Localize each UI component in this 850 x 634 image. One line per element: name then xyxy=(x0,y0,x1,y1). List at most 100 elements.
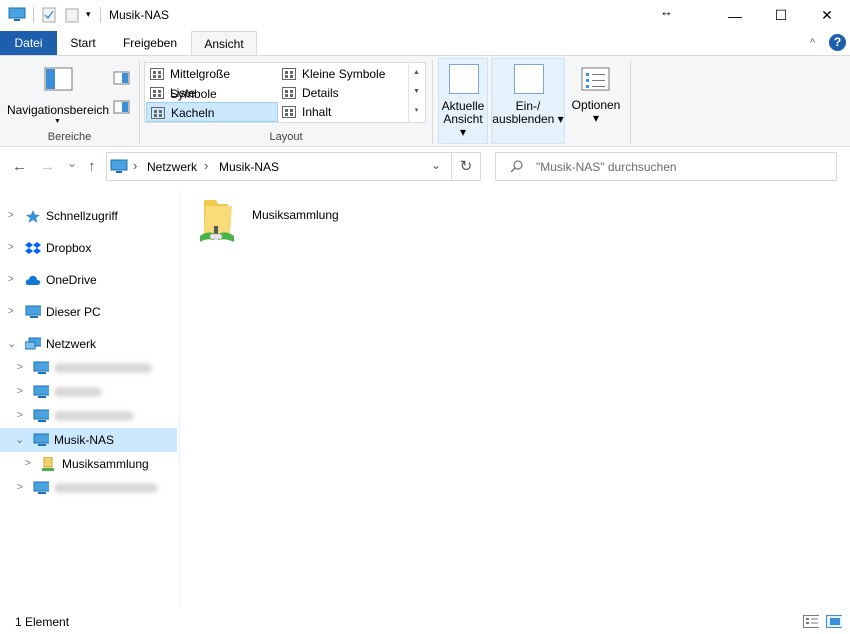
details-view-icon[interactable] xyxy=(803,615,819,628)
address-bar[interactable]: › Netzwerk › Musik-NAS ⌄ xyxy=(106,152,452,181)
redacted-name xyxy=(54,483,158,493)
cloud-icon xyxy=(25,275,41,285)
help-button[interactable]: ? xyxy=(829,34,846,51)
network-icon xyxy=(25,337,41,350)
maximize-button[interactable]: ☐ xyxy=(758,0,804,31)
preview-pane-icon[interactable] xyxy=(113,71,131,85)
status-bar: 1 Element xyxy=(0,610,850,634)
chevron-down-icon[interactable]: ⌄ xyxy=(15,428,24,452)
chevron-right-icon[interactable]: > xyxy=(8,204,14,228)
tree-item-schnellzugriff[interactable]: > Schnellzugriff xyxy=(0,204,177,228)
tree-item-label: Netzwerk xyxy=(46,337,97,351)
layout-gallery-scroll: ▲ ▼ ▾ xyxy=(408,63,424,122)
show-hide-icon xyxy=(514,64,544,94)
recent-locations-button[interactable]: ⌄ xyxy=(67,156,77,170)
group-separator xyxy=(432,60,433,144)
details-pane-icon[interactable] xyxy=(113,100,131,114)
navigation-pane-icon xyxy=(44,67,73,91)
qat-dropdown-icon[interactable]: ▾ xyxy=(86,9,91,20)
current-view-button[interactable]: Aktuelle Ansicht ▾ xyxy=(438,58,488,144)
large-icons-view-icon[interactable] xyxy=(826,615,842,628)
close-button[interactable]: ✕ xyxy=(804,0,850,31)
chevron-right-icon[interactable]: > xyxy=(8,300,14,324)
breadcrumb-netzwerk[interactable]: Netzwerk xyxy=(147,160,197,174)
gallery-more-button[interactable]: ▾ xyxy=(409,101,424,120)
tree-item-network-computer[interactable]: > xyxy=(0,404,177,428)
redacted-name xyxy=(54,363,152,373)
tiles-icon xyxy=(151,107,165,119)
chevron-down-icon[interactable]: ⌄ xyxy=(7,332,16,356)
tree-item-musik-nas[interactable]: ⌄ Musik-NAS xyxy=(0,428,177,452)
layout-gallery: Mittelgroße Symbole Kleine Symbole Liste… xyxy=(144,62,426,123)
tab-ansicht[interactable]: Ansicht xyxy=(191,31,257,56)
address-dropdown-button[interactable]: ⌄ xyxy=(431,158,441,172)
back-button[interactable]: ← xyxy=(12,158,27,175)
tree-item-dieser-pc[interactable]: > Dieser PC xyxy=(0,300,177,324)
computer-icon[interactable] xyxy=(8,7,26,23)
breadcrumb-separator[interactable]: › xyxy=(204,158,208,173)
chevron-right-icon[interactable]: > xyxy=(17,476,23,500)
computer-icon xyxy=(33,481,49,494)
layout-item-kleine-symbole[interactable]: Kleine Symbole xyxy=(278,64,408,84)
chevron-right-icon[interactable]: > xyxy=(17,356,23,380)
scroll-up-button[interactable]: ▲ xyxy=(409,63,424,82)
file-item-label: Musiksammlung xyxy=(252,208,339,222)
tab-freigeben[interactable]: Freigeben xyxy=(113,31,187,55)
new-folder-icon[interactable] xyxy=(65,7,80,23)
tree-item-musiksammlung[interactable]: > Musiksammlung xyxy=(0,452,177,476)
tree-item-label: Musiksammlung xyxy=(62,457,149,471)
network-share-icon xyxy=(42,457,54,471)
content-icon xyxy=(282,106,296,118)
file-item-musiksammlung[interactable]: Musiksammlung xyxy=(198,194,398,246)
details-icon xyxy=(282,87,296,99)
options-label: Optionen ▾ xyxy=(571,98,621,125)
chevron-right-icon[interactable]: > xyxy=(8,268,14,292)
tree-item-netzwerk[interactable]: ⌄ Netzwerk xyxy=(0,332,177,356)
layout-item-inhalt[interactable]: Inhalt xyxy=(278,102,408,122)
file-list[interactable]: Musiksammlung xyxy=(180,190,850,608)
medium-icons-icon xyxy=(150,68,164,80)
chevron-right-icon[interactable]: > xyxy=(17,380,23,404)
scroll-down-button[interactable]: ▼ xyxy=(409,82,424,101)
tab-start[interactable]: Start xyxy=(62,31,104,55)
show-hide-button[interactable]: Ein-/ ausblenden ▾ xyxy=(491,58,565,144)
layout-item-label: Liste xyxy=(170,86,196,100)
tree-item-label: Dropbox xyxy=(46,241,92,255)
layout-item-details[interactable]: Details xyxy=(278,83,408,103)
chevron-right-icon[interactable]: > xyxy=(25,452,31,476)
group-label-bereiche: Bereiche xyxy=(47,131,92,143)
computer-icon xyxy=(33,361,49,374)
tree-item-onedrive[interactable]: > OneDrive xyxy=(0,268,177,292)
forward-button[interactable]: → xyxy=(40,158,55,175)
chevron-right-icon[interactable]: > xyxy=(8,236,14,260)
group-separator xyxy=(630,60,631,144)
resize-cursor-icon: ↔ xyxy=(660,4,673,19)
properties-icon[interactable] xyxy=(42,7,57,23)
navigation-pane-button[interactable]: Navigationsbereich ▼ xyxy=(6,61,110,127)
network-folder-icon xyxy=(200,200,234,242)
layout-item-kacheln[interactable]: Kacheln xyxy=(146,102,278,122)
tree-item-network-computer[interactable]: > xyxy=(0,380,177,404)
chevron-down-icon: ▼ xyxy=(54,118,61,125)
tree-item-network-computer[interactable]: > xyxy=(0,476,177,500)
tree-item-dropbox[interactable]: > Dropbox xyxy=(0,236,177,260)
star-icon xyxy=(26,210,40,223)
refresh-button[interactable]: ↻ xyxy=(452,152,481,181)
computer-icon xyxy=(25,305,41,318)
breadcrumb-separator[interactable]: › xyxy=(133,158,137,173)
up-button[interactable]: ↑ xyxy=(88,158,96,175)
chevron-right-icon[interactable]: > xyxy=(17,404,23,428)
options-button[interactable]: Optionen ▾ xyxy=(568,58,624,144)
tree-item-network-computer[interactable]: > xyxy=(0,356,177,380)
minimize-button[interactable]: — xyxy=(712,0,758,31)
computer-icon xyxy=(33,385,49,398)
breadcrumb-musik-nas[interactable]: Musik-NAS xyxy=(219,160,279,174)
qat-divider xyxy=(33,7,34,23)
layout-item-liste[interactable]: Liste xyxy=(146,83,277,103)
tree-item-label: Schnellzugriff xyxy=(46,209,118,223)
layout-item-mittelgrosse-symbole[interactable]: Mittelgroße Symbole xyxy=(146,64,277,101)
ribbon-collapse-button[interactable]: ^ xyxy=(810,31,815,55)
tab-datei[interactable]: Datei xyxy=(0,31,57,55)
search-input[interactable]: "Musik-NAS" durchsuchen xyxy=(536,160,677,174)
search-box[interactable]: "Musik-NAS" durchsuchen xyxy=(495,152,837,181)
